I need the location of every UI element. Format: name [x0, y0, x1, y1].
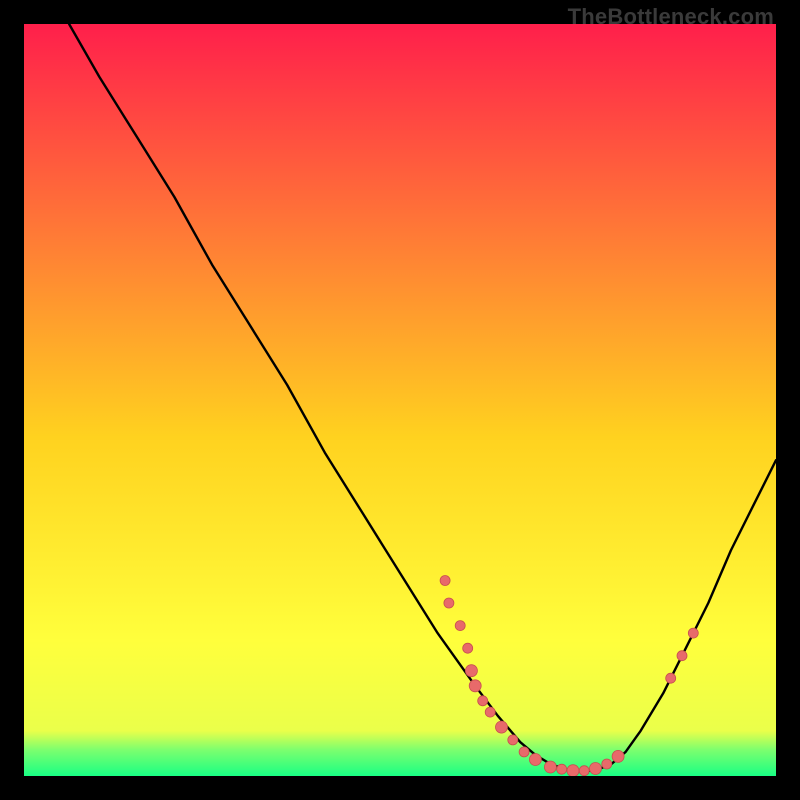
data-marker: [529, 754, 541, 766]
data-marker: [485, 707, 495, 717]
data-marker: [508, 735, 518, 745]
data-marker: [567, 765, 579, 776]
data-marker: [688, 628, 698, 638]
data-marker: [677, 651, 687, 661]
data-marker: [463, 643, 473, 653]
data-marker: [465, 665, 477, 677]
data-marker: [469, 680, 481, 692]
chart-frame: [24, 24, 776, 776]
data-marker: [590, 763, 602, 775]
data-marker: [579, 766, 589, 776]
data-marker: [612, 750, 624, 762]
data-marker: [519, 747, 529, 757]
data-marker: [496, 721, 508, 733]
watermark-text: TheBottleneck.com: [568, 4, 774, 30]
data-marker: [478, 696, 488, 706]
data-marker: [544, 761, 556, 773]
data-marker: [440, 576, 450, 586]
data-marker: [455, 621, 465, 631]
data-marker: [602, 759, 612, 769]
data-marker: [666, 673, 676, 683]
data-marker: [444, 598, 454, 608]
chart-svg: [24, 24, 776, 776]
data-marker: [557, 764, 567, 774]
